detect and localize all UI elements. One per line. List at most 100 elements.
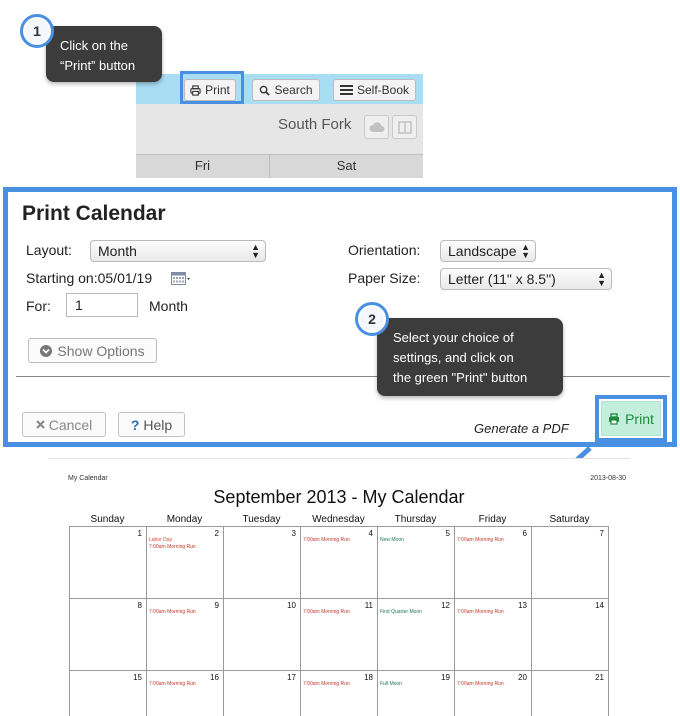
preview-event: 7:00am Morning Run	[149, 609, 196, 615]
preview-grid-line	[69, 598, 608, 599]
preview-day-number: 6	[522, 529, 527, 538]
dialog-print-label: Print	[625, 410, 654, 427]
preview-day-number: 11	[364, 601, 373, 610]
paper-size-select[interactable]: Letter (11" x 8.5") ▲ ▼	[440, 268, 612, 290]
preview-day-number: 8	[137, 601, 142, 610]
starting-on-label: Starting on:05/01/19	[26, 270, 152, 286]
show-options-label: Show Options	[57, 342, 145, 359]
printer-icon	[609, 412, 620, 425]
day-header-row: Fri Sat	[136, 154, 423, 178]
preview-event: 7:00am Morning Run	[457, 681, 504, 687]
layout-label: Layout:	[26, 242, 72, 258]
preview-grid-line	[531, 526, 532, 716]
question-icon: ?	[130, 416, 140, 433]
starting-on-label-text: Starting on:	[26, 270, 98, 286]
toolbar-selfbook-button[interactable]: Self-Book	[333, 79, 416, 101]
preview-event: 7:00am Morning Run	[303, 681, 350, 687]
list-icon	[339, 85, 353, 95]
orientation-select-value: Landscape	[448, 243, 517, 259]
layout-select[interactable]: Month ▲ ▼	[90, 240, 266, 262]
preview-day-number: 13	[518, 601, 527, 610]
starting-on-value: 05/01/19	[97, 270, 153, 286]
paper-size-select-value: Letter (11" x 8.5")	[448, 271, 556, 287]
preview-day-number: 3	[291, 529, 296, 538]
preview-event: New Moon	[380, 537, 404, 543]
day-header-fri: Fri	[136, 155, 270, 178]
cancel-button[interactable]: Cancel	[22, 412, 106, 437]
preview-header-left: My Calendar	[68, 475, 108, 482]
step-2-badge: 2	[355, 302, 389, 336]
dialog-title: Print Calendar	[22, 202, 166, 225]
preview-event: 7:00am Morning Run	[149, 681, 196, 687]
cancel-label: Cancel	[48, 416, 93, 433]
toolbar-search-button[interactable]: Search	[252, 79, 320, 101]
panel-button[interactable]	[392, 115, 417, 139]
select-arrows-icon: ▲ ▼	[251, 242, 260, 260]
preview-day-number: 14	[595, 601, 604, 610]
preview-day-number: 21	[595, 673, 604, 682]
for-unit-label: Month	[149, 298, 188, 314]
preview-event: 7:00am Morning Run	[303, 609, 350, 615]
preview-grid-line	[300, 526, 301, 716]
panel-icon	[397, 120, 412, 134]
preview-event: First Quarter Moon	[380, 609, 422, 615]
callout-2-line-3: the green "Print" button	[393, 370, 528, 385]
preview-event: 7:00am Morning Run	[149, 544, 196, 550]
preview-weekday: Wednesday	[312, 514, 365, 525]
preview-day-number: 20	[518, 673, 527, 682]
layout-select-value: Month	[98, 243, 137, 259]
preview-weekday: Sunday	[90, 514, 125, 525]
show-options-button[interactable]: Show Options	[28, 338, 157, 363]
help-button[interactable]: ? Help	[118, 412, 185, 437]
callout-2-line-1: Select your choice of	[393, 330, 514, 345]
callout-1-line-1: Click on the	[60, 38, 128, 53]
preview-header-right: 2013-08-30	[590, 475, 626, 482]
callout-2-line-2: settings, and click on	[393, 350, 514, 365]
preview-event: 7:00am Morning Run	[457, 537, 504, 543]
preview-grid-line	[377, 526, 378, 716]
preview-weekday: Tuesday	[242, 514, 281, 525]
preview-event: 7:00am Morning Run	[457, 609, 504, 615]
callout-step-2: Select your choice of settings, and clic…	[377, 318, 563, 396]
preview-day-number: 15	[133, 673, 142, 682]
location-name: South Fork	[278, 116, 352, 133]
for-label: For:	[26, 298, 51, 314]
generate-pdf-link[interactable]: Generate a PDF	[474, 421, 569, 436]
preview-weekday: Friday	[478, 514, 507, 525]
cloud-icon	[369, 122, 384, 132]
day-header-sat: Sat	[336, 158, 357, 173]
preview-grid-line	[608, 526, 609, 716]
print-button-highlight-frame: Print	[595, 395, 667, 442]
toolbar-selfbook-label: Self-Book	[356, 83, 410, 97]
preview-day-number: 19	[441, 673, 450, 682]
dialog-print-button[interactable]: Print	[601, 401, 661, 436]
preview-event: Labor Day	[149, 537, 173, 543]
calendar-icon[interactable]	[171, 272, 191, 288]
cloud-button[interactable]	[364, 115, 389, 139]
toolbar-location-row: South Fork	[136, 104, 423, 154]
select-arrows-icon: ▲ ▼	[597, 270, 606, 288]
preview-day-number: 10	[287, 601, 296, 610]
dialog-divider	[16, 376, 670, 377]
search-icon	[260, 85, 271, 96]
orientation-select[interactable]: Landscape ▲ ▼	[440, 240, 536, 262]
select-arrows-icon: ▲ ▼	[521, 242, 530, 260]
preview-day-number: 1	[137, 529, 142, 538]
help-label: Help	[143, 416, 173, 433]
preview-day-number: 2	[214, 529, 219, 538]
for-count-input[interactable]: 1	[66, 293, 138, 317]
preview-day-number: 9	[214, 601, 219, 610]
print-calendar-dialog: Print Calendar Layout: Month ▲ ▼ Starting…	[3, 187, 677, 447]
preview-event: 7:00am Morning Run	[303, 537, 350, 543]
preview-grid-line	[69, 670, 608, 671]
preview-day-number: 18	[364, 673, 373, 682]
print-button-highlight	[180, 71, 244, 104]
preview-title: September 2013 - My Calendar	[213, 487, 465, 507]
preview-grid-line	[146, 526, 147, 716]
orientation-label: Orientation:	[348, 242, 421, 258]
preview-day-number: 12	[441, 601, 450, 610]
preview-grid-line	[69, 526, 70, 716]
preview-weekday: Thursday	[394, 514, 437, 525]
step-1-badge: 1	[20, 14, 54, 48]
chevron-circle-icon	[40, 344, 53, 357]
